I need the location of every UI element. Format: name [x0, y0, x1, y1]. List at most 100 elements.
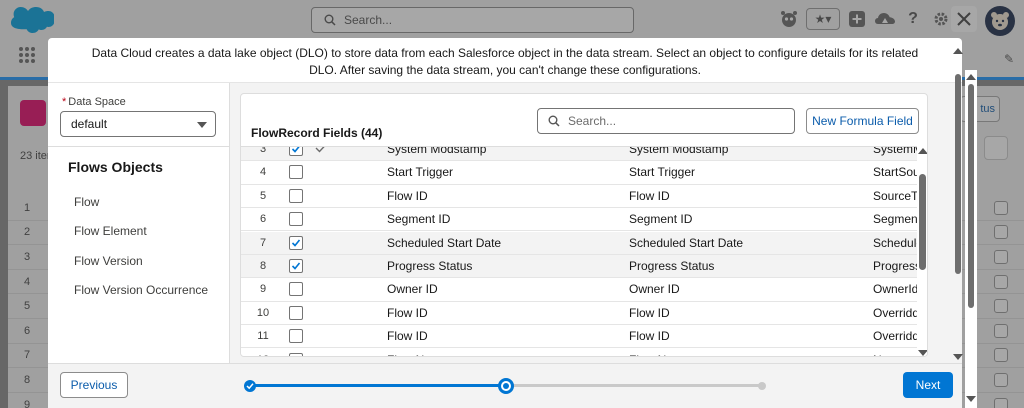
field-label: Start Trigger [387, 165, 454, 180]
field-dlo-label: Start Trigger [629, 165, 696, 180]
data-space-select[interactable]: default [60, 111, 216, 137]
field-row[interactable]: 3 System Modstamp System Modstamp SystemMo [241, 146, 917, 162]
data-space-label-text: Data Space [68, 96, 126, 108]
object-item-flow-version-occurrence[interactable]: Flow Version Occurrence [74, 283, 208, 297]
field-api-name: Namespa [873, 353, 917, 356]
field-dlo-label: Flow ID [629, 329, 670, 344]
checkmark-icon [315, 147, 327, 156]
field-checkbox[interactable] [289, 282, 303, 297]
field-row[interactable]: 4 Start Trigger Start Trigger StartSourc [241, 161, 917, 185]
modal-body: * Data Space default Flows Objects Flow F… [48, 83, 962, 363]
next-button[interactable]: Next [903, 372, 953, 398]
fields-card: FlowRecord Fields (44) Search... New For… [240, 93, 928, 357]
field-checkbox[interactable] [289, 259, 303, 274]
field-dlo-label: Flow Namespace [629, 353, 859, 356]
modal-scrollbar[interactable] [952, 44, 964, 364]
row-number: 5 [259, 189, 267, 202]
fields-search-input[interactable]: Search... [537, 108, 795, 134]
row-number: 12 [253, 354, 273, 356]
fields-search-placeholder: Search... [568, 114, 617, 128]
row-number: 10 [256, 306, 270, 319]
scroll-up-icon[interactable] [918, 148, 927, 154]
scrollbar-thumb[interactable] [919, 174, 926, 270]
field-row[interactable]: 11 Flow ID Flow ID Overridde [241, 325, 917, 349]
scroll-up-icon[interactable] [966, 74, 976, 80]
field-api-name: SegmentI [873, 212, 917, 227]
field-dlo-label: System Modstamp [629, 146, 729, 157]
object-item-flow-element[interactable]: Flow Element [74, 224, 147, 238]
required-marker: * [62, 96, 67, 108]
chevron-down-icon [197, 122, 207, 128]
data-space-value: default [71, 117, 108, 131]
field-api-name: StartSourc [873, 165, 917, 180]
field-checkbox[interactable] [289, 165, 303, 180]
field-api-name: ProgressS [873, 259, 917, 274]
scrollbar-thumb[interactable] [955, 74, 961, 274]
checkmark-icon [291, 239, 301, 247]
scroll-up-icon[interactable] [953, 48, 963, 54]
scrollbar-thumb[interactable] [968, 84, 974, 308]
scroll-down-icon[interactable] [966, 396, 976, 402]
search-icon [548, 115, 560, 127]
fields-table: 3 System Modstamp System Modstamp SystemMo 4… [241, 146, 927, 356]
scroll-down-icon[interactable] [918, 350, 927, 356]
field-row[interactable]: 6 Segment ID Segment ID SegmentI [241, 208, 917, 232]
field-checkbox[interactable] [289, 235, 303, 250]
field-api-name: Overridde [873, 305, 917, 320]
field-checkbox[interactable] [289, 212, 303, 227]
field-row[interactable]: 7 Scheduled Start Date Scheduled Start Dat… [241, 231, 917, 255]
objects-section: Flows Objects Flow Flow Element Flow Ver… [48, 146, 230, 363]
modal-footer: Previous Next [48, 363, 962, 408]
field-dlo-label: Flow ID [629, 188, 670, 203]
new-formula-field-button[interactable]: New Formula Field [806, 108, 919, 134]
row-number: 7 [259, 236, 267, 249]
field-api-name: SystemMo [873, 146, 917, 157]
object-item-flow-version[interactable]: Flow Version [74, 254, 143, 268]
field-row[interactable]: 5 Flow ID Flow ID SourceTem [241, 184, 917, 208]
field-row[interactable]: 10 Flow ID Flow ID Overridde [241, 301, 917, 325]
fields-title: FlowRecord Fields (44) [251, 126, 383, 140]
progress-indicator [242, 378, 774, 394]
field-api-name: Overridde [873, 329, 917, 344]
field-dlo-label: Owner ID [629, 282, 680, 297]
field-dlo-label: Progress Status [629, 259, 715, 274]
field-checkbox[interactable] [289, 352, 303, 356]
field-api-name: SourceTem [873, 188, 917, 203]
field-api-name: OwnerId [873, 282, 917, 297]
progress-step-1[interactable] [244, 380, 256, 392]
checkmark-icon [291, 262, 301, 270]
progress-fill [250, 384, 506, 387]
modal-description: Data Cloud creates a data lake object (D… [48, 38, 962, 83]
field-label: Segment ID [387, 212, 451, 227]
progress-step-3[interactable] [758, 382, 766, 390]
data-space-label: * Data Space [62, 96, 126, 108]
previous-button[interactable]: Previous [60, 372, 128, 398]
field-checkbox[interactable] [289, 305, 303, 320]
objects-title: Flows Objects [68, 159, 163, 175]
field-label: Flow Namespace [387, 353, 617, 356]
field-checkbox[interactable] [289, 188, 303, 203]
checkmark-icon [246, 383, 254, 390]
progress-step-2[interactable] [498, 378, 514, 394]
field-row[interactable]: 9 Owner ID Owner ID OwnerId [241, 278, 917, 302]
object-item-flow[interactable]: Flow [74, 195, 99, 209]
field-label: Progress Status [387, 259, 473, 274]
field-dlo-label: Scheduled Start Date [629, 235, 744, 250]
field-checkbox[interactable] [289, 329, 303, 344]
field-row[interactable]: 12 Flow Namespace Flow Namespace Namespa [241, 348, 917, 356]
field-label: Flow ID [387, 188, 428, 203]
field-label: Owner ID [387, 282, 438, 297]
field-row[interactable]: 8 Progress Status Progress Status ProgressS [241, 255, 917, 279]
field-label: Scheduled Start Date [387, 235, 502, 250]
field-label: Flow ID [387, 329, 428, 344]
row-number: 6 [259, 213, 267, 226]
scroll-down-icon[interactable] [953, 354, 963, 360]
fields-scrollbar[interactable] [917, 146, 927, 356]
field-dlo-label: Segment ID [629, 212, 693, 227]
field-label: System Modstamp [387, 146, 487, 157]
field-label: Flow ID [387, 305, 428, 320]
page-scrollbar[interactable] [965, 70, 977, 408]
row-number: 8 [259, 260, 267, 273]
field-checkbox[interactable] [289, 147, 303, 157]
row-number: 9 [259, 283, 267, 296]
